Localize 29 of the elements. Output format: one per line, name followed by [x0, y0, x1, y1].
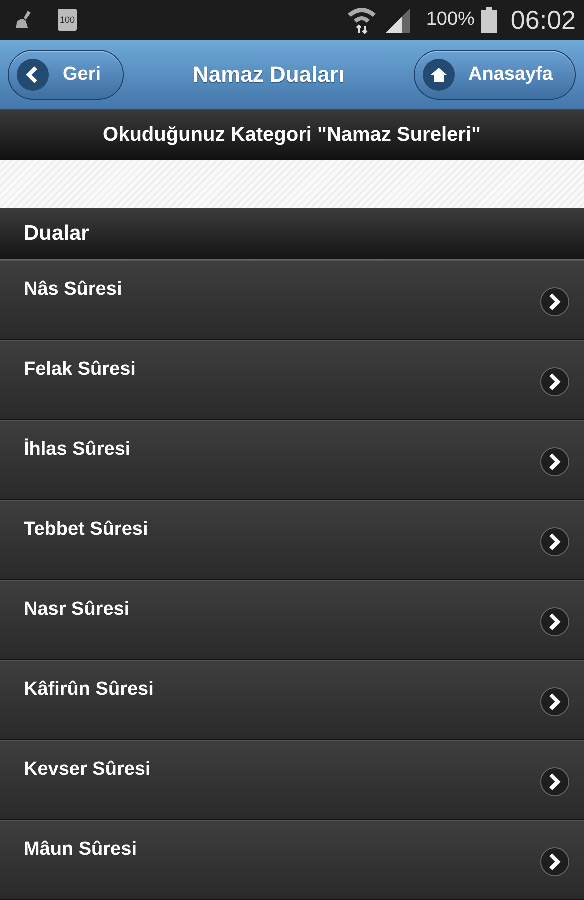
list-item[interactable]: Nasr Sûresi	[0, 580, 584, 660]
chevron-right-icon	[540, 367, 570, 397]
list-item[interactable]: Kâfirûn Sûresi	[0, 660, 584, 740]
home-button[interactable]: Anasayfa	[414, 50, 576, 100]
list-item[interactable]: Felak Sûresi	[0, 340, 584, 420]
list-item[interactable]: Kevser Sûresi	[0, 740, 584, 820]
list-heading: Dualar	[24, 222, 90, 246]
page-title: Namaz Duaları	[192, 62, 345, 88]
chevron-right-icon	[540, 607, 570, 637]
chevron-right-icon	[540, 847, 570, 877]
chevron-right-icon	[540, 447, 570, 477]
chevron-right-icon	[540, 287, 570, 317]
list-item[interactable]: Tebbet Sûresi	[0, 500, 584, 580]
chevron-right-icon	[540, 527, 570, 557]
category-text: Okuduğunuz Kategori "Namaz Sureleri"	[103, 124, 481, 146]
battery-icon	[480, 7, 497, 33]
battery-percent: 100%	[426, 9, 475, 31]
signal-icon	[384, 7, 412, 33]
back-icon	[17, 58, 49, 90]
clock: 06:02	[510, 4, 576, 36]
chevron-right-icon	[540, 767, 570, 797]
chevron-right-icon	[540, 687, 570, 717]
list-item[interactable]: İhlas Sûresi	[0, 420, 584, 500]
list-item[interactable]: Mâun Sûresi	[0, 820, 584, 900]
back-button[interactable]: Geri	[8, 50, 124, 100]
wifi-icon	[346, 6, 378, 34]
list-item[interactable]: Nâs Sûresi	[0, 260, 584, 340]
battery-badge: 100	[58, 9, 78, 31]
home-icon	[422, 58, 454, 90]
